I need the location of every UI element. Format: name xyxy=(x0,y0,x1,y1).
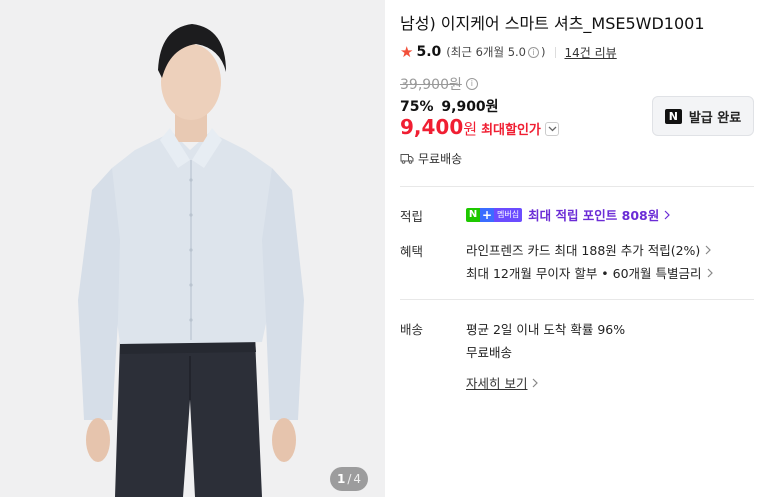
points-text: 최대 적립 포인트 808원 xyxy=(528,208,660,223)
chevron-right-icon xyxy=(664,210,671,219)
image-counter-current: 1 xyxy=(336,472,346,486)
image-counter-total: 4 xyxy=(353,472,362,486)
recent-rating-close: ) xyxy=(541,45,546,59)
coupon-issued-button[interactable]: N 발급 완료 xyxy=(652,96,754,136)
image-counter: 1/4 xyxy=(330,467,368,491)
rating-row: ★ 5.0 (최근 6개월 5.0 i ) 14건 리뷰 xyxy=(400,43,617,61)
sale-price-row: 75% 9,900원 xyxy=(400,96,499,116)
max-discount-won: 원 xyxy=(463,120,478,138)
chevron-right-icon xyxy=(707,268,713,277)
rating-score: 5.0 xyxy=(416,44,442,60)
chevron-right-icon xyxy=(705,245,712,254)
chevron-down-icon[interactable] xyxy=(544,122,559,136)
membership-badge: 멤버십 xyxy=(494,207,523,222)
product-image[interactable]: 1/4 xyxy=(0,0,385,497)
detail-link-text: 자세히 보기 xyxy=(466,376,528,391)
delivery-detail-link[interactable]: 자세히 보기 xyxy=(466,373,539,392)
free-shipping-text: 무료배송 xyxy=(418,152,463,166)
perk-2-text: 최대 12개월 무이자 할부 • 60개월 특별금리 xyxy=(466,266,702,281)
points-label: 적립 xyxy=(400,209,424,224)
delivery-free-shipping: 무료배송 xyxy=(466,345,513,360)
recent-rating: (최근 6개월 5.0 i ) xyxy=(446,44,545,60)
divider xyxy=(400,186,754,187)
original-price: 39,900원 i xyxy=(400,74,480,94)
info-icon[interactable]: i xyxy=(528,46,539,58)
original-price-value: 39,900원 xyxy=(400,77,462,93)
discount-rate: 75% xyxy=(400,99,434,115)
perk-1-text: 라인프렌즈 카드 최대 188원 추가 적립(2%) xyxy=(466,243,701,258)
sale-price: 9,900원 xyxy=(441,99,499,115)
star-icon: ★ xyxy=(400,42,414,61)
perks-label: 혜택 xyxy=(400,244,424,259)
perk-installment[interactable]: 최대 12개월 무이자 할부 • 60개월 특별금리 xyxy=(466,263,713,282)
max-discount-row[interactable]: 9,400 원 최대할인가 xyxy=(400,115,559,139)
naver-badge: N xyxy=(466,207,480,222)
membership-points-link[interactable]: N + 멤버십 최대 적립 포인트 808원 xyxy=(466,205,671,224)
model-photo xyxy=(0,0,385,497)
delivery-probability: 평균 2일 이내 도착 확률 96% xyxy=(466,322,626,337)
review-count-link[interactable]: 14건 리뷰 xyxy=(565,44,617,61)
delivery-label: 배송 xyxy=(400,322,424,337)
free-shipping-tag: 무료배송 xyxy=(400,150,462,167)
max-discount-label: 최대할인가 xyxy=(481,123,541,138)
divider xyxy=(400,299,754,300)
max-discount-price: 9,400 xyxy=(400,115,464,139)
recent-rating-text: (최근 6개월 5.0 xyxy=(446,45,526,59)
truck-icon xyxy=(400,154,414,164)
product-title: 남성) 이지케어 스마트 셔츠_MSE5WD1001 xyxy=(400,14,705,33)
divider xyxy=(554,46,556,58)
price-info-icon[interactable]: i xyxy=(465,78,478,90)
image-counter-separator: / xyxy=(347,472,352,486)
naver-n-icon: N xyxy=(664,108,682,124)
perk-card-points[interactable]: 라인프렌즈 카드 최대 188원 추가 적립(2%) xyxy=(466,240,712,259)
chevron-right-icon xyxy=(533,378,539,387)
plus-badge: + xyxy=(480,207,494,222)
coupon-button-label: 발급 완료 xyxy=(688,110,742,126)
